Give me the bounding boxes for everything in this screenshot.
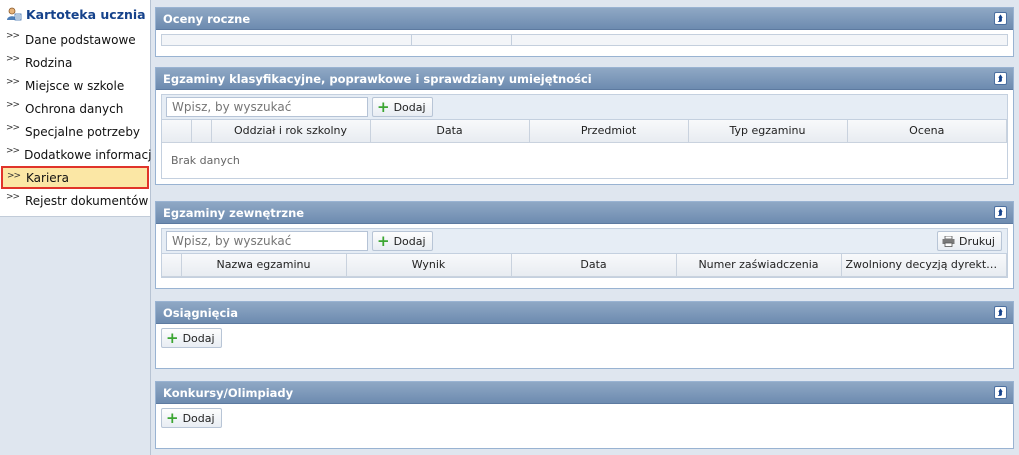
sidebar: Kartoteka ucznia >> Dane podstawowe >> R…	[0, 0, 159, 455]
toolbar: + Dodaj	[162, 95, 1007, 120]
double-chevron-right-icon: >>	[6, 77, 20, 87]
sidebar-item-miejsce-w-szkole[interactable]: >> Miejsce w szkole	[0, 74, 150, 97]
plus-icon: +	[166, 328, 179, 347]
search-input[interactable]	[166, 231, 368, 251]
column-header[interactable]: Data	[370, 120, 530, 143]
panel-egzaminy-zewnetrzne: Egzaminy zewnętrzne ⮭︎ + Dodaj Drukuj	[155, 201, 1014, 289]
panel-header: Oceny roczne ⮭︎	[156, 8, 1013, 30]
double-chevron-right-icon: >>	[6, 100, 20, 110]
external-exams-table: Nazwa egzaminu Wynik Data Numer zaświadc…	[162, 254, 1007, 277]
sidebar-item-label: Kariera	[26, 170, 69, 185]
sidebar-item-label: Miejsce w szkole	[25, 78, 125, 93]
toolbar: + Dodaj Drukuj	[162, 229, 1007, 254]
sidebar-item-label: Ochrona danych	[25, 101, 124, 116]
double-chevron-right-icon: >>	[7, 171, 21, 181]
select-column-header[interactable]	[162, 120, 192, 143]
search-input[interactable]	[166, 97, 368, 117]
table-header-row: Oddział i rok szkolny Data Przedmiot Typ…	[162, 120, 1007, 143]
panel-oceny-roczne: Oceny roczne ⮭︎	[155, 7, 1014, 57]
column-header[interactable]: Ocena	[847, 120, 1007, 143]
double-chevron-up-icon[interactable]: ⮭︎	[994, 306, 1007, 319]
column-header[interactable]: Data	[511, 254, 677, 277]
add-button[interactable]: + Dodaj	[372, 231, 433, 251]
sidebar-item-label: Rodzina	[25, 55, 73, 70]
panel-header: Egzaminy klasyfikacyjne, poprawkowe i sp…	[156, 68, 1013, 90]
column-header[interactable]: Numer zaświadczenia	[676, 254, 842, 277]
grades-table-header	[161, 34, 1008, 46]
column-header[interactable]: Nazwa egzaminu	[181, 254, 347, 277]
sidebar-item-label: Dodatkowe informacje	[24, 147, 159, 162]
add-button-label: Dodaj	[393, 100, 426, 114]
panel-title: Konkursy/Olimpiady	[163, 385, 294, 400]
add-button-label: Dodaj	[182, 411, 215, 425]
double-chevron-right-icon: >>	[6, 146, 20, 156]
sidebar-item-ochrona-danych[interactable]: >> Ochrona danych	[0, 97, 150, 120]
sidebar-item-specjalne-potrzeby[interactable]: >> Specjalne potrzeby	[0, 120, 150, 143]
printer-icon	[942, 235, 955, 247]
double-chevron-up-icon[interactable]: ⮭︎	[994, 206, 1007, 219]
column-header[interactable]: Zwolniony decyzją dyrektora ...	[841, 254, 1007, 277]
sidebar-item-label: Rejestr dokumentów	[25, 193, 149, 208]
sidebar-item-dodatkowe-informacje[interactable]: >> Dodatkowe informacje	[0, 143, 159, 166]
add-button-label: Dodaj	[182, 331, 215, 345]
sidebar-header: Kartoteka ucznia	[0, 0, 150, 28]
exams-table: Oddział i rok szkolny Data Przedmiot Typ…	[162, 120, 1007, 143]
double-chevron-right-icon: >>	[6, 123, 20, 133]
panel-title: Egzaminy klasyfikacyjne, poprawkowe i sp…	[163, 71, 592, 86]
panel-osiagniecia: Osiągnięcia ⮭︎ + Dodaj	[155, 301, 1014, 369]
double-chevron-up-icon[interactable]: ⮭︎	[994, 386, 1007, 399]
select-column-header[interactable]	[162, 254, 182, 277]
add-button[interactable]: + Dodaj	[161, 328, 222, 348]
print-button[interactable]: Drukuj	[936, 231, 1002, 251]
sidebar-title: Kartoteka ucznia	[26, 6, 146, 22]
add-button[interactable]: + Dodaj	[372, 97, 433, 117]
add-button-label: Dodaj	[393, 234, 426, 248]
plus-icon: +	[377, 97, 390, 116]
panel-header: Konkursy/Olimpiady ⮭︎	[156, 382, 1013, 404]
column-header[interactable]: Przedmiot	[529, 120, 689, 143]
grades-column	[162, 35, 412, 45]
plus-icon: +	[166, 408, 179, 427]
double-chevron-up-icon[interactable]: ⮭︎	[994, 72, 1007, 85]
sidebar-item-rodzina[interactable]: >> Rodzina	[0, 51, 150, 74]
panel-title: Egzaminy zewnętrzne	[163, 205, 305, 220]
plus-icon: +	[377, 231, 390, 250]
table-header-row: Nazwa egzaminu Wynik Data Numer zaświadc…	[162, 254, 1007, 277]
user-card-icon	[6, 6, 22, 22]
expand-column-header	[191, 120, 212, 143]
main-content: Oceny roczne ⮭︎ Egzaminy klasyfikacyjne,…	[151, 0, 1019, 455]
sidebar-box: Kartoteka ucznia >> Dane podstawowe >> R…	[0, 0, 159, 217]
sidebar-item-kariera[interactable]: >> Kariera	[1, 166, 149, 189]
column-header[interactable]: Wynik	[346, 254, 512, 277]
panel-title: Osiągnięcia	[163, 305, 239, 320]
double-chevron-right-icon: >>	[6, 31, 20, 41]
add-button[interactable]: + Dodaj	[161, 408, 222, 428]
column-header[interactable]: Oddział i rok szkolny	[211, 120, 371, 143]
sidebar-item-label: Specjalne potrzeby	[25, 124, 141, 139]
grades-column	[512, 35, 1007, 45]
sidebar-item-dane-podstawowe[interactable]: >> Dane podstawowe	[0, 28, 150, 51]
panel-header: Egzaminy zewnętrzne ⮭︎	[156, 202, 1013, 224]
sidebar-item-rejestr-dokumentow[interactable]: >> Rejestr dokumentów	[0, 189, 150, 212]
empty-message: Brak danych	[171, 153, 240, 167]
grades-column	[412, 35, 512, 45]
double-chevron-right-icon: >>	[6, 192, 20, 202]
double-chevron-up-icon[interactable]: ⮭︎	[994, 12, 1007, 25]
panel-title: Oceny roczne	[163, 11, 251, 26]
column-header[interactable]: Typ egzaminu	[688, 120, 848, 143]
panel-body: + Dodaj	[156, 324, 1013, 352]
panel-body: + Dodaj	[156, 404, 1013, 432]
panel-egzaminy-klasyfikacyjne: Egzaminy klasyfikacyjne, poprawkowe i sp…	[155, 67, 1014, 185]
panel-header: Osiągnięcia ⮭︎	[156, 302, 1013, 324]
double-chevron-right-icon: >>	[6, 54, 20, 64]
sidebar-item-label: Dane podstawowe	[25, 32, 136, 47]
print-button-label: Drukuj	[958, 234, 995, 248]
panel-konkursy-olimpiady: Konkursy/Olimpiady ⮭︎ + Dodaj	[155, 381, 1014, 449]
